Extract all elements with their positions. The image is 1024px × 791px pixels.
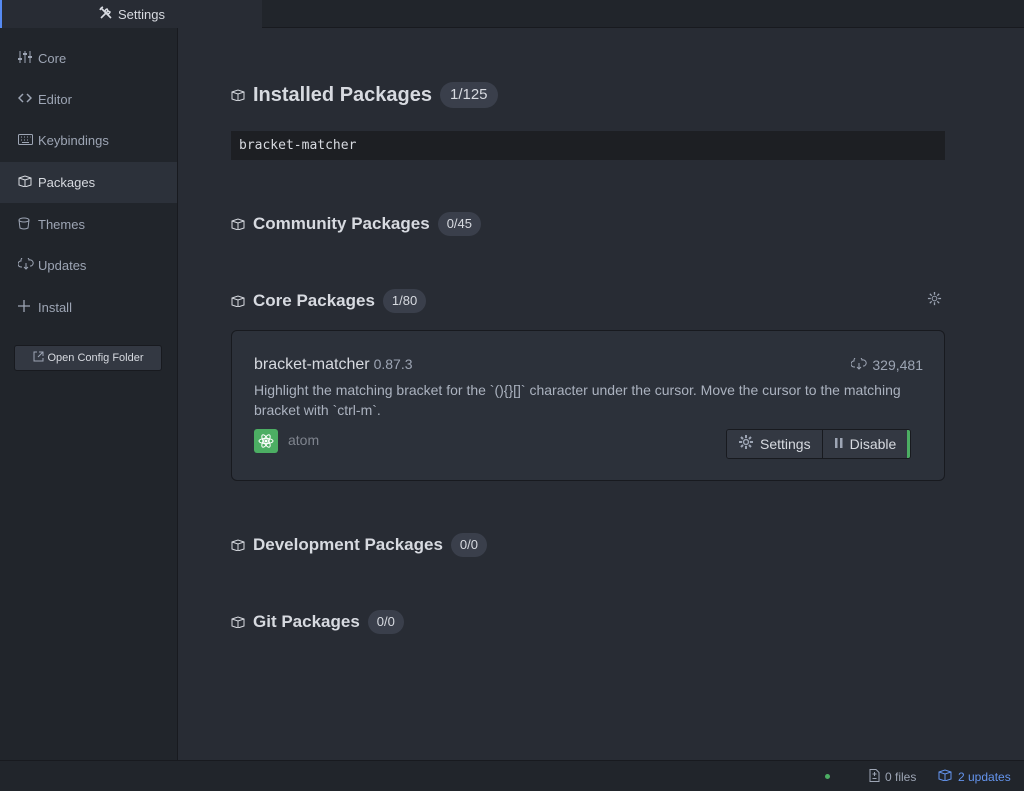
atom-icon: [258, 434, 274, 448]
section-title: Community Packages: [253, 214, 430, 233]
section-title: Development Packages: [253, 535, 443, 554]
package-name-row: bracket-matcher 0.87.3: [254, 356, 413, 374]
package-icon: [231, 616, 245, 628]
pause-icon: [834, 436, 844, 453]
sidebar-item-keybindings[interactable]: Keybindings: [0, 120, 177, 161]
package-name[interactable]: bracket-matcher: [254, 356, 370, 373]
section-title: Git Packages: [253, 612, 360, 631]
git-packages-header[interactable]: Git Packages 0/0: [231, 610, 404, 634]
community-packages-header[interactable]: Community Packages 0/45: [231, 212, 481, 236]
package-disable-button[interactable]: Disable: [821, 430, 911, 458]
section-title: Core Packages: [253, 291, 375, 310]
gear-icon: [738, 434, 754, 454]
tab-bar: Settings: [0, 0, 1024, 28]
count-badge: 0/0: [367, 610, 404, 634]
sidebar-item-themes[interactable]: Themes: [0, 204, 177, 245]
sidebar-item-packages[interactable]: Packages: [0, 162, 177, 203]
tools-icon: [99, 5, 113, 23]
package-icon: [231, 295, 245, 307]
count-badge: 1/125: [439, 82, 498, 108]
sidebar-item-label: Themes: [38, 217, 85, 232]
keyboard-icon: [18, 133, 38, 148]
link-external-icon: [33, 351, 44, 365]
file-diff-icon: [869, 769, 880, 785]
core-packages-header[interactable]: Core Packages 1/80: [231, 289, 427, 313]
config-button-label: Open Config Folder: [47, 352, 144, 364]
avatar[interactable]: [254, 429, 278, 453]
package-filter-input[interactable]: bracket-matcher: [231, 131, 945, 160]
sidebar-item-install[interactable]: Install: [0, 287, 177, 328]
cloud-download-icon: [850, 356, 868, 373]
status-indicator-dot: [825, 774, 830, 779]
settings-button-label: Settings: [760, 436, 811, 452]
disable-button-label: Disable: [849, 436, 897, 452]
packages-panel: Installed Packages 1/125 bracket-matcher…: [178, 28, 1024, 760]
sidebar-item-updates[interactable]: Updates: [0, 245, 177, 286]
package-version: 0.87.3: [373, 356, 413, 372]
development-packages-header[interactable]: Development Packages 0/0: [231, 533, 487, 557]
tab-title: Settings: [118, 6, 165, 22]
package-icon: [231, 218, 245, 230]
package-icon: [231, 89, 245, 101]
package-author-link[interactable]: atom: [288, 432, 319, 448]
sidebar-item-label: Editor: [38, 92, 72, 107]
filter-value: bracket-matcher: [239, 138, 357, 153]
status-bar: 0 files 2 updates: [0, 760, 1024, 791]
package-actions: Settings Disable: [726, 429, 912, 459]
sliders-icon: [18, 51, 38, 66]
installed-packages-header: Installed Packages 1/125: [231, 82, 498, 108]
code-icon: [17, 92, 38, 107]
sidebar-item-label: Updates: [38, 258, 87, 273]
sidebar-item-label: Packages: [38, 175, 96, 190]
package-settings-button[interactable]: Settings: [727, 430, 822, 458]
package-icon: [938, 769, 952, 784]
download-value: 329,481: [872, 357, 923, 373]
sidebar-item-editor[interactable]: Editor: [0, 79, 177, 120]
open-config-folder-button[interactable]: Open Config Folder: [14, 345, 162, 371]
count-badge: 1/80: [382, 289, 427, 313]
gear-icon[interactable]: [927, 291, 942, 309]
git-files-status[interactable]: 0 files: [869, 769, 916, 785]
section-title: Installed Packages: [253, 83, 432, 106]
tab-settings[interactable]: Settings: [0, 0, 262, 28]
updates-count: 2 updates: [958, 769, 1011, 784]
count-badge: 0/0: [450, 533, 487, 557]
download-count: 329,481: [850, 356, 923, 373]
package-description: Highlight the matching bracket for the `…: [254, 382, 901, 418]
sidebar-item-core[interactable]: Core: [0, 38, 177, 79]
package-icon: [18, 175, 38, 190]
package-icon: [231, 539, 245, 551]
sidebar-item-label: Keybindings: [38, 133, 109, 148]
sidebar-item-label: Core: [38, 51, 67, 66]
settings-sidebar: Core Editor Keybindings Packages Themes …: [0, 28, 178, 760]
package-updates-status[interactable]: 2 updates: [938, 769, 1011, 784]
plus-icon: [18, 300, 38, 315]
cloud-download-icon: [17, 256, 38, 273]
files-count: 0 files: [885, 770, 917, 784]
sidebar-item-label: Install: [38, 300, 72, 315]
count-badge: 0/45: [437, 212, 481, 236]
paintcan-icon: [18, 217, 38, 233]
package-card[interactable]: bracket-matcher 0.87.3 329,481 Highlight …: [231, 330, 945, 481]
